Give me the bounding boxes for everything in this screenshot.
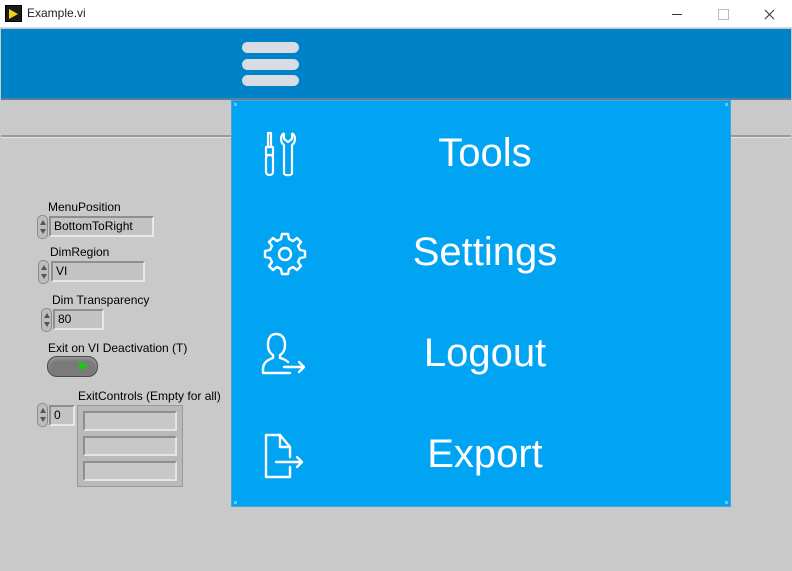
exit-controls-array [77, 405, 183, 487]
export-file-icon [264, 433, 304, 479]
window-titlebar: Example.vi [0, 0, 792, 28]
hamburger-bar [242, 59, 299, 70]
menu-position-label: MenuPosition [48, 200, 121, 214]
header-band [1, 29, 791, 100]
maximize-icon [718, 9, 729, 20]
menu-item-settings[interactable]: Settings [232, 202, 730, 302]
minimize-icon [672, 14, 682, 15]
exit-on-deactivation-label: Exit on VI Deactivation (T) [48, 341, 188, 355]
labview-app-icon [5, 5, 22, 22]
array-element[interactable] [83, 411, 177, 431]
exit-on-deactivation-toggle[interactable] [47, 356, 98, 377]
menu-item-label: Logout [423, 331, 547, 375]
dim-transparency-spinner[interactable] [41, 308, 52, 332]
led-indicator-icon [79, 361, 89, 371]
close-button[interactable] [746, 0, 792, 28]
exit-controls-label: ExitControls (Empty for all) [78, 389, 221, 403]
exit-controls-index[interactable]: 0 [49, 405, 75, 426]
menu-item-label: Tools [438, 131, 532, 175]
logout-user-icon [261, 332, 306, 375]
menu-position-ring[interactable]: BottomToRight [49, 216, 154, 237]
minimize-button[interactable] [654, 0, 700, 28]
menu-position-spinner[interactable] [37, 215, 48, 239]
menu-item-export[interactable]: Export [232, 405, 730, 505]
maximize-button[interactable] [700, 0, 746, 28]
menu-item-label: Export [427, 432, 543, 476]
dim-region-spinner[interactable] [38, 260, 49, 284]
dim-region-ring[interactable]: VI [51, 261, 145, 282]
menu-item-label: Settings [412, 230, 558, 274]
hamburger-menu-button[interactable] [242, 42, 299, 86]
dim-transparency-label: Dim Transparency [52, 293, 150, 307]
popup-menu: Tools Settings Logout Export [231, 100, 731, 507]
array-element[interactable] [83, 436, 177, 456]
array-element[interactable] [83, 461, 177, 481]
gear-icon [263, 232, 307, 276]
exit-controls-index-spinner[interactable] [37, 403, 48, 427]
hamburger-bar [242, 42, 299, 53]
dim-transparency-input[interactable]: 80 [53, 309, 104, 330]
menu-item-tools[interactable]: Tools [232, 105, 730, 205]
window-title: Example.vi [27, 6, 86, 20]
tools-icon [264, 131, 297, 177]
hamburger-bar [242, 75, 299, 86]
menu-item-logout[interactable]: Logout [232, 305, 730, 405]
dim-region-label: DimRegion [50, 245, 110, 259]
